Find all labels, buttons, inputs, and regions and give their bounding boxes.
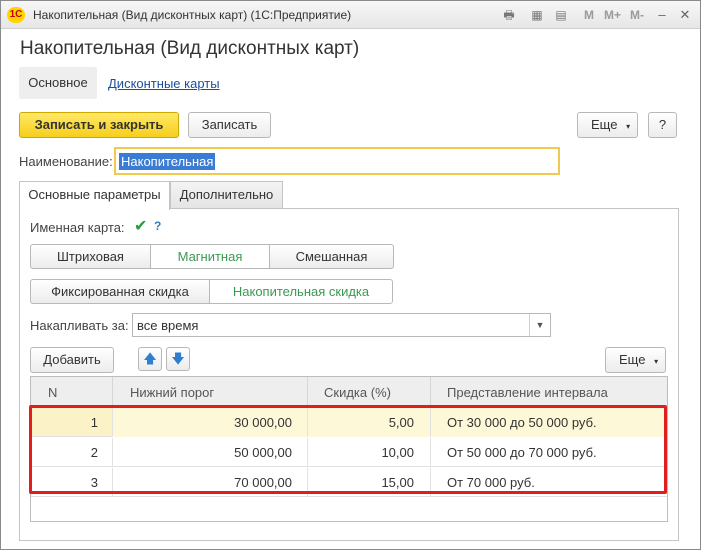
table-more-button[interactable]: Еще ▾ [605, 347, 666, 373]
card-type-magnetic[interactable]: Магнитная [150, 244, 270, 269]
cell-discount[interactable]: 15,00 [308, 468, 431, 497]
cell-interval: От 30 000 до 50 000 руб. [431, 408, 667, 437]
table-row[interactable]: 1 30 000,00 5,00 От 30 000 до 50 000 руб… [31, 408, 667, 437]
help-button[interactable]: ? [648, 112, 677, 138]
chevron-down-icon: ▾ [626, 122, 631, 131]
app-window: 1С Накопительная (Вид дисконтных карт) (… [0, 0, 701, 550]
cell-discount[interactable]: 10,00 [308, 438, 431, 467]
discount-type-cumulative[interactable]: Накопительная скидка [209, 279, 393, 304]
tab-additional[interactable]: Дополнительно [170, 181, 283, 209]
named-card-help-icon[interactable]: ? [154, 219, 161, 233]
nav-link-discount-cards[interactable]: Дисконтные карты [108, 76, 220, 91]
cell-n: 1 [31, 408, 113, 437]
column-header-threshold[interactable]: Нижний порог [113, 377, 308, 408]
discount-scale-table[interactable]: N Нижний порог Скидка (%) Представление … [30, 376, 668, 522]
nav-item-main[interactable]: Основное [19, 67, 97, 99]
accumulate-period-select[interactable]: все время ▼ [132, 313, 551, 337]
print-icon[interactable]: 🖶 [501, 7, 517, 23]
cell-threshold[interactable]: 70 000,00 [113, 468, 308, 497]
column-header-discount[interactable]: Скидка (%) [308, 377, 431, 408]
app-logo-icon[interactable]: 1С [7, 7, 25, 23]
named-card-checkbox[interactable]: ✔ [134, 219, 149, 235]
add-row-button[interactable]: Добавить [30, 347, 114, 373]
memory-plus-button[interactable]: M+ [604, 8, 621, 22]
memory-button[interactable]: M [584, 8, 594, 22]
save-and-close-button[interactable]: Записать и закрыть [19, 112, 179, 138]
table-row[interactable]: 2 50 000,00 10,00 От 50 000 до 70 000 ру… [31, 438, 667, 467]
named-card-label: Именная карта: [30, 220, 125, 235]
name-field[interactable]: Накопительная [114, 147, 560, 175]
cell-threshold[interactable]: 50 000,00 [113, 438, 308, 467]
cell-n: 2 [31, 438, 113, 467]
accumulate-label: Накапливать за: [30, 318, 129, 333]
memory-minus-button[interactable]: M- [630, 8, 644, 22]
form-title: Накопительная (Вид дисконтных карт) [20, 38, 360, 59]
column-header-n[interactable]: N [31, 377, 113, 408]
more-button-label: Еще [591, 117, 618, 132]
column-header-interval[interactable]: Представление интервала [431, 377, 667, 408]
save-button[interactable]: Записать [188, 112, 271, 138]
discount-type-fixed[interactable]: Фиксированная скидка [30, 279, 210, 304]
move-up-icon[interactable]: 🡅 [138, 347, 162, 371]
calendar-icon[interactable]: ▤ [553, 7, 569, 23]
cell-n: 3 [31, 468, 113, 497]
cell-interval: От 70 000 руб. [447, 475, 535, 490]
dropdown-arrow-icon[interactable]: ▼ [529, 314, 550, 336]
tab-main-parameters[interactable]: Основные параметры [19, 181, 170, 210]
name-field-value: Накопительная [119, 153, 216, 170]
cell-interval: От 50 000 до 70 000 руб. [447, 445, 597, 460]
minimize-icon[interactable]: – [653, 6, 671, 24]
cell-discount[interactable]: 5,00 [308, 408, 431, 437]
name-label: Наименование: [19, 154, 113, 169]
more-button[interactable]: Еще ▾ [577, 112, 638, 138]
title-bar: 1С Накопительная (Вид дисконтных карт) (… [1, 1, 700, 29]
chevron-down-icon: ▾ [654, 357, 659, 366]
window-title: Накопительная (Вид дисконтных карт) (1С:… [33, 8, 352, 22]
close-icon[interactable]: ✕ [676, 6, 694, 24]
cell-threshold[interactable]: 30 000,00 [113, 408, 308, 437]
card-type-mixed[interactable]: Смешанная [269, 244, 394, 269]
move-down-icon[interactable]: 🡇 [166, 347, 190, 371]
accumulate-period-value: все время [137, 318, 199, 333]
table-header: N Нижний порог Скидка (%) Представление … [31, 377, 667, 408]
table-row[interactable]: 3 70 000,00 15,00 От 70 000 руб. [31, 468, 667, 497]
card-type-barcode[interactable]: Штриховая [30, 244, 151, 269]
calculator-icon[interactable]: ▦ [529, 7, 545, 23]
table-more-label: Еще [619, 352, 646, 367]
